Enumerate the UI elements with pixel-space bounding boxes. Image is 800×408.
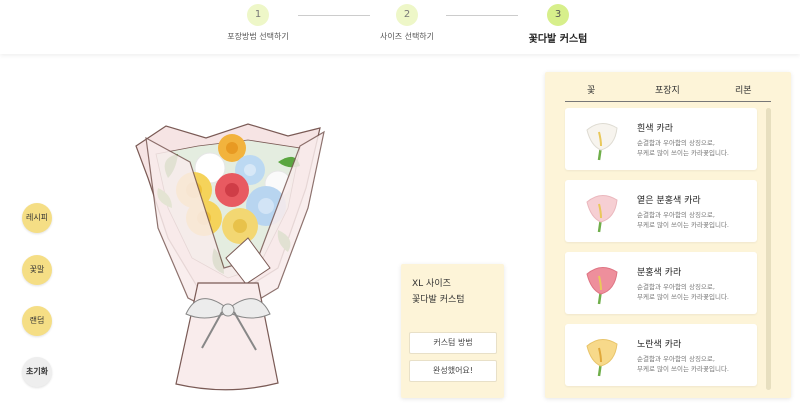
reset-button[interactable]: 초기화 — [22, 357, 52, 387]
size-label: XL 사이즈 — [412, 279, 451, 289]
custom-title: 꽃다발 커스텀 — [412, 295, 465, 305]
list-scrollbar[interactable] — [766, 108, 771, 390]
calla-lily-icon — [586, 123, 618, 161]
step-number: 3 — [547, 4, 569, 26]
item-panel: 꽃 포장지 리본 흰색 카라 순결함과 우아함의 상징으로, 부케로 많이 쓰이… — [545, 72, 791, 398]
step-packaging: 1 포장방법 선택하기 — [188, 4, 328, 42]
step-label: 포장방법 선택하기 — [227, 32, 289, 41]
item-name: 노란색 카라 — [637, 340, 682, 350]
step-number: 1 — [247, 4, 269, 26]
calla-lily-icon — [586, 267, 618, 305]
item-description: 순결함과 우아함의 상징으로, 부케로 많이 쓰이는 카라꽃입니다. — [637, 139, 729, 157]
bouquet-illustration — [135, 123, 325, 391]
item-name: 옅은 분홍색 카라 — [637, 196, 701, 206]
step-custom: 3 꽃다발 커스텀 — [488, 4, 628, 45]
item-description: 순결함과 우아함의 상징으로, 부케로 많이 쓰이는 카라꽃입니다. — [637, 283, 729, 301]
tab-ribbon[interactable]: 리본 — [735, 83, 752, 96]
done-button[interactable]: 완성했어요! — [409, 360, 497, 382]
step-number: 2 — [396, 4, 418, 26]
step-label: 사이즈 선택하기 — [379, 32, 435, 41]
category-tabs: 꽃 포장지 리본 — [565, 80, 771, 102]
info-title: XL 사이즈 꽃다발 커스텀 — [412, 276, 465, 308]
custom-info-card: XL 사이즈 꽃다발 커스텀 커스텀 방법 완성했어요! — [401, 264, 504, 398]
list-item[interactable]: 노란색 카라 순결함과 우아함의 상징으로, 부케로 많이 쓰이는 카라꽃입니다… — [565, 324, 757, 386]
calla-lily-icon — [586, 195, 618, 233]
progress-stepper: 1 포장방법 선택하기 2 사이즈 선택하기 3 꽃다발 커스텀 — [0, 0, 800, 54]
tab-flower[interactable]: 꽃 — [587, 83, 595, 96]
item-name: 분홍색 카라 — [637, 268, 682, 278]
item-description: 순결함과 우아함의 상징으로, 부케로 많이 쓰이는 카라꽃입니다. — [637, 211, 729, 229]
item-description: 순결함과 우아함의 상징으로, 부케로 많이 쓰이는 카라꽃입니다. — [637, 355, 729, 373]
how-to-button[interactable]: 커스텀 방법 — [409, 332, 497, 354]
step-size: 2 사이즈 선택하기 — [337, 4, 477, 42]
recipe-button[interactable]: 레시피 — [22, 203, 52, 233]
list-item[interactable]: 분홍색 카라 순결함과 우아함의 상징으로, 부케로 많이 쓰이는 카라꽃입니다… — [565, 252, 757, 314]
random-button[interactable]: 랜덤 — [22, 306, 52, 336]
list-item[interactable]: 옅은 분홍색 카라 순결함과 우아함의 상징으로, 부케로 많이 쓰이는 카라꽃… — [565, 180, 757, 242]
calla-lily-icon — [586, 339, 618, 377]
item-name: 흰색 카라 — [637, 124, 673, 134]
flower-language-button[interactable]: 꽃말 — [22, 255, 52, 285]
scrollbar-thumb[interactable] — [766, 108, 771, 390]
step-label: 꽃다발 커스텀 — [528, 34, 588, 45]
list-item[interactable]: 흰색 카라 순결함과 우아함의 상징으로, 부케로 많이 쓰이는 카라꽃입니다. — [565, 108, 757, 170]
tab-wrapping[interactable]: 포장지 — [655, 83, 680, 96]
flower-list: 흰색 카라 순결함과 우아함의 상징으로, 부케로 많이 쓰이는 카라꽃입니다.… — [565, 108, 757, 394]
